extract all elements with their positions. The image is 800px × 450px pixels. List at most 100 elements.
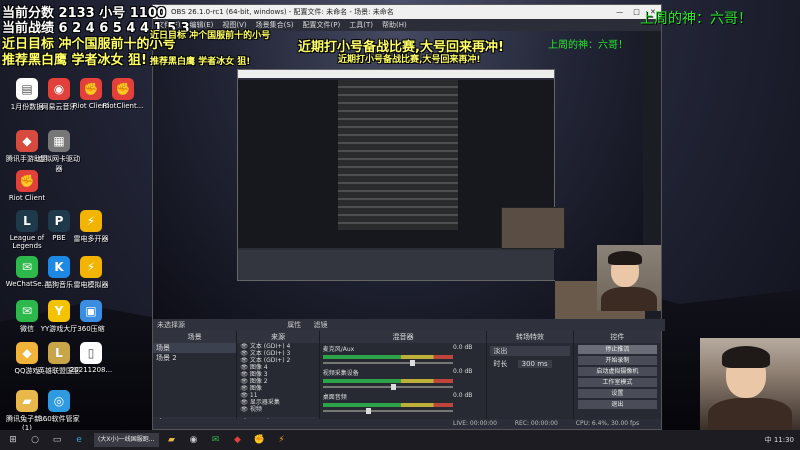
- webcam-shirt: [708, 398, 792, 430]
- source-label: 11: [249, 392, 258, 399]
- desktop-icon[interactable]: ⚡ 雷电模拟器: [68, 256, 114, 290]
- minimize-icon[interactable]: —: [616, 5, 623, 19]
- app-icon[interactable]: ◆: [229, 433, 247, 447]
- preview-canvas: [153, 31, 645, 319]
- source-list: 👁 文本 (GDI+) 4 👁 文本 (GDI+) 3 👁 文本 (GDI+) 2 👁…: [237, 343, 318, 413]
- volume-fader[interactable]: [322, 384, 453, 390]
- nested-titlebar: [238, 70, 554, 78]
- desktop-icon[interactable]: ▦ 虚拟网卡驱动器: [36, 130, 82, 174]
- control-button[interactable]: 停止推流: [577, 345, 658, 354]
- desktop-icon[interactable]: ⚡ 雷电多开器: [68, 210, 114, 244]
- properties-button[interactable]: 属性: [287, 321, 301, 329]
- taskbar-active-window[interactable]: (大X小)一线国服跑...: [94, 433, 159, 447]
- file-icon: ▯: [80, 342, 102, 364]
- eye-icon[interactable]: 👁: [240, 399, 250, 406]
- ld-icon: ⚡: [80, 210, 102, 232]
- source-label: 图像 4: [249, 364, 268, 371]
- obs-titlebar[interactable]: OBS 26.1.0-rc1 (64-bit, windows) - 配置文件:…: [153, 5, 661, 19]
- source-label: 文本 (GDI+) 3: [249, 350, 291, 357]
- qqgame-icon: ◆: [16, 342, 38, 364]
- source-label: 显示器采集: [249, 399, 280, 406]
- volume-meter: [322, 355, 453, 359]
- fader-knob[interactable]: [391, 384, 397, 390]
- eye-icon[interactable]: 👁: [240, 357, 250, 364]
- weekly-god-overlay: 上周的神：六哥！: [640, 11, 752, 27]
- eye-icon[interactable]: 👁: [240, 371, 250, 378]
- eye-icon[interactable]: 👁: [240, 406, 250, 413]
- desktop-icon[interactable]: ✊ Riot Client: [4, 170, 50, 202]
- channel-db: 0.0 dB: [453, 368, 473, 375]
- fader-knob[interactable]: [410, 360, 416, 366]
- webcam-shirt: [601, 287, 657, 311]
- mixer-channel: 桌面音频 0.0 dB: [320, 391, 487, 415]
- tencent-icon: ◆: [16, 130, 38, 152]
- kugou-icon: K: [48, 256, 70, 278]
- webcam-hair: [608, 251, 642, 265]
- source-item[interactable]: 👁 图像 3: [237, 371, 318, 378]
- obs-icon[interactable]: ◉: [185, 433, 203, 447]
- menu-item[interactable]: 配置文件(P): [303, 21, 341, 29]
- eye-icon[interactable]: 👁: [240, 364, 250, 371]
- search-icon[interactable]: ○: [26, 433, 44, 447]
- control-button[interactable]: 退出: [577, 400, 658, 409]
- volume-fader[interactable]: [322, 360, 453, 366]
- transition-select[interactable]: 淡出: [490, 346, 570, 356]
- sources-dock-title: 来源: [237, 331, 319, 343]
- nested-weekly-god-overlay: 上周的神：六哥！: [548, 40, 628, 51]
- windows-start-icon[interactable]: ⊞: [4, 433, 22, 447]
- source-item[interactable]: 👁 文本 (GDI+) 2: [237, 357, 318, 364]
- scene-item[interactable]: 场景: [153, 343, 237, 353]
- control-button[interactable]: 开始录制: [577, 356, 658, 365]
- maximize-icon[interactable]: □: [633, 5, 640, 19]
- fader-knob[interactable]: [366, 408, 372, 414]
- source-item[interactable]: 👁 视频: [237, 406, 318, 413]
- riot-icon: ✊: [16, 170, 38, 192]
- wechat-icon[interactable]: ✉: [207, 433, 225, 447]
- eye-icon[interactable]: 👁: [240, 343, 250, 350]
- source-item[interactable]: 👁 图像 4: [237, 364, 318, 371]
- volume-fader[interactable]: [322, 408, 453, 414]
- riot-icon[interactable]: ✊: [251, 433, 269, 447]
- eye-icon[interactable]: 👁: [240, 350, 250, 357]
- scene-item[interactable]: 场景 2: [153, 353, 236, 363]
- obs-window[interactable]: OBS 26.1.0-rc1 (64-bit, windows) - 配置文件:…: [152, 4, 665, 430]
- task-view-icon[interactable]: ▭: [48, 433, 66, 447]
- app-icon[interactable]: ⚡: [273, 433, 291, 447]
- channel-db: 0.0 dB: [453, 392, 473, 399]
- source-item[interactable]: 👁 图像 2: [237, 378, 318, 385]
- riot-icon: ✊: [80, 78, 102, 100]
- source-item[interactable]: 👁 文本 (GDI+) 3: [237, 350, 318, 357]
- desktop-icon[interactable]: ▯ 20211208...: [68, 342, 114, 374]
- folder-icon[interactable]: ▰: [163, 433, 181, 447]
- desktop-icon[interactable]: ▣ 360压缩: [68, 300, 114, 334]
- lol-icon: L: [16, 210, 38, 232]
- desktop-icon-label: 20211208...: [69, 366, 113, 374]
- desktop-icon[interactable]: ✊ RiotClient...: [100, 78, 146, 110]
- nested-obs-window: [237, 69, 555, 281]
- source-item[interactable]: 👁 图像: [237, 385, 318, 392]
- control-button[interactable]: 工作室模式: [577, 378, 658, 387]
- desktop-icon[interactable]: ◎ 360软件管家: [36, 390, 82, 424]
- eye-icon[interactable]: 👁: [240, 392, 250, 399]
- nested-docks: [238, 250, 555, 280]
- eye-icon[interactable]: 👁: [240, 385, 250, 392]
- duration-input[interactable]: 300 ms: [517, 360, 552, 368]
- controls-dock: 控件 停止推流 开始录制 启动虚拟摄像机 工作室模式 设置 退出: [573, 331, 662, 429]
- pbe-icon: P: [48, 210, 70, 232]
- source-item[interactable]: 👁 11: [237, 392, 318, 399]
- menu-item[interactable]: 帮助(H): [382, 21, 407, 29]
- desktop-icon-label: 360压缩: [77, 325, 105, 333]
- control-button[interactable]: 启动虚拟摄像机: [577, 367, 658, 376]
- eye-icon[interactable]: 👁: [240, 378, 250, 385]
- system-tray[interactable]: 中 11:30: [765, 435, 794, 445]
- source-item[interactable]: 👁 文本 (GDI+) 4: [237, 343, 318, 350]
- control-button[interactable]: 设置: [577, 389, 658, 398]
- obs-preview[interactable]: [153, 31, 661, 319]
- wechat-icon: ✉: [16, 300, 38, 322]
- filters-button[interactable]: 滤镜: [313, 321, 327, 329]
- scenes-dock-title: 场景: [153, 331, 237, 343]
- source-label: 图像: [249, 385, 262, 392]
- source-item[interactable]: 👁 显示器采集: [237, 399, 318, 406]
- menu-item[interactable]: 工具(T): [349, 21, 373, 29]
- edge-icon[interactable]: e: [70, 433, 88, 447]
